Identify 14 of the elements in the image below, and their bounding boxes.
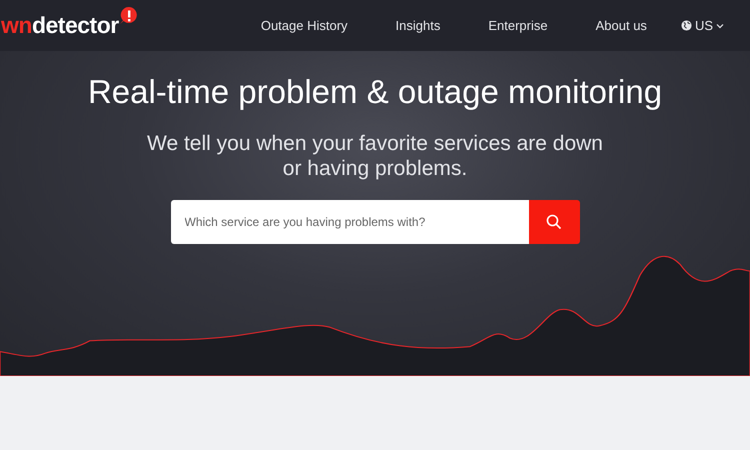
logo[interactable]: wndetector [0, 12, 119, 39]
alert-icon [118, 6, 139, 26]
nav-link[interactable]: About us [596, 18, 647, 33]
chevron-down-icon [716, 22, 724, 28]
search-icon [546, 214, 562, 230]
hero-title: Real-time problem & outage monitoring [88, 73, 662, 111]
hero-subtitle: We tell you when your favorite services are down or having problems. [147, 131, 603, 181]
nav-link[interactable]: Insights [396, 18, 440, 33]
region-selector[interactable]: US [680, 18, 724, 33]
globe-icon [680, 20, 692, 31]
nav-link[interactable]: Enterprise [488, 18, 548, 33]
search-field[interactable]: Which service are you having problems with? [170, 200, 528, 244]
search-button[interactable] [528, 200, 580, 244]
nav-link[interactable]: Outage History [260, 18, 348, 33]
